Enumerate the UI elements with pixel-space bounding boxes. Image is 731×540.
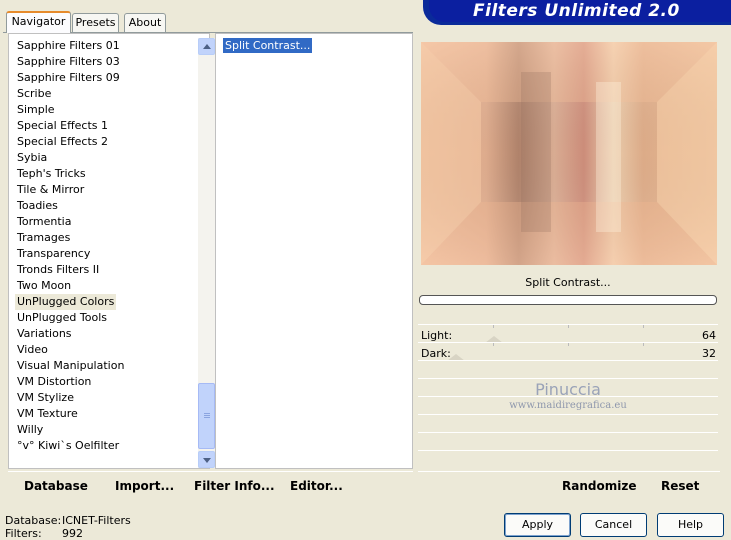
filters-count-value: 992 xyxy=(62,527,83,540)
category-item[interactable]: VM Distortion xyxy=(17,374,91,390)
scroll-up-button[interactable] xyxy=(198,38,215,55)
preview-artwork xyxy=(421,42,717,265)
preview-panel: Split Contrast... Light: 64 Dark: 32 Pin… xyxy=(418,38,720,470)
category-item[interactable]: °v° Kiwi`s Oelfilter xyxy=(17,438,119,454)
tab-presets[interactable]: Presets xyxy=(72,13,119,32)
watermark-url: www.maidiregrafica.eu xyxy=(509,400,627,411)
category-item[interactable]: Sapphire Filters 01 xyxy=(17,38,120,54)
slider-value-dark: 32 xyxy=(702,347,716,360)
current-filter-name: Split Contrast... xyxy=(525,276,611,289)
watermark-name: Pinuccia xyxy=(535,380,601,399)
randomize-button[interactable]: Randomize xyxy=(562,479,636,493)
category-item[interactable]: Variations xyxy=(17,326,72,342)
category-item[interactable]: Two Moon xyxy=(17,278,71,294)
slider-row-empty xyxy=(418,432,718,449)
category-item[interactable]: Toadies xyxy=(17,198,58,214)
category-item[interactable]: Tramages xyxy=(17,230,70,246)
database-button[interactable]: Database xyxy=(24,479,88,493)
filters-count-label: Filters: xyxy=(5,527,42,540)
category-item[interactable]: Visual Manipulation xyxy=(17,358,124,374)
category-item[interactable]: Scribe xyxy=(17,86,51,102)
editor-button[interactable]: Editor... xyxy=(290,479,343,493)
tab-navigator[interactable]: Navigator xyxy=(6,11,71,33)
database-label: Database: xyxy=(5,514,62,527)
app-title-banner: Filters Unlimited 2.0 xyxy=(423,0,731,25)
slider-row-dark[interactable]: Dark: 32 xyxy=(418,342,718,361)
category-item[interactable]: Sapphire Filters 09 xyxy=(17,70,120,86)
category-item[interactable]: Tronds Filters II xyxy=(17,262,99,278)
category-list[interactable]: Sapphire Filters 01 Sapphire Filters 03 Sa… xyxy=(8,33,215,469)
filter-info-button[interactable]: Filter Info... xyxy=(194,479,275,493)
filter-item-selected[interactable]: Split Contrast... xyxy=(223,38,313,53)
tab-about[interactable]: About xyxy=(124,13,166,32)
slider-row-empty xyxy=(418,360,718,377)
slider-row-empty xyxy=(418,450,718,467)
slider-label-light: Light: xyxy=(421,329,453,342)
category-item[interactable]: UnPlugged Colors xyxy=(15,294,117,310)
category-item[interactable]: Tile & Mirror xyxy=(17,182,84,198)
slider-value-light: 64 xyxy=(702,329,716,342)
category-item[interactable]: Video xyxy=(17,342,48,358)
category-item[interactable]: Sybia xyxy=(17,150,47,166)
category-item[interactable]: Teph's Tricks xyxy=(17,166,86,182)
slider-row-empty xyxy=(418,414,718,431)
scroll-down-button[interactable] xyxy=(198,451,215,468)
reset-button[interactable]: Reset xyxy=(661,479,699,493)
app-title: Filters Unlimited 2.0 xyxy=(473,1,680,21)
scroll-thumb[interactable] xyxy=(198,383,215,449)
category-item[interactable]: Simple xyxy=(17,102,55,118)
slider-label-dark: Dark: xyxy=(421,347,451,360)
category-item[interactable]: VM Stylize xyxy=(17,390,74,406)
progress-bar xyxy=(419,295,717,305)
cancel-button[interactable]: Cancel xyxy=(580,513,647,537)
chevron-up-icon xyxy=(203,44,211,49)
database-value: ICNET-Filters xyxy=(62,514,131,527)
category-item[interactable]: Tormentia xyxy=(17,214,71,230)
category-item[interactable]: Sapphire Filters 03 xyxy=(17,54,120,70)
slider-row-light[interactable]: Light: 64 xyxy=(418,324,718,343)
chevron-down-icon xyxy=(203,458,211,463)
category-item[interactable]: Special Effects 1 xyxy=(17,118,108,134)
preview-toolbar: Randomize Reset xyxy=(418,471,720,499)
category-scrollbar[interactable] xyxy=(198,38,215,468)
category-item[interactable]: Willy xyxy=(17,422,43,438)
list-toolbar: Database Import... Filter Info... Editor… xyxy=(8,471,413,499)
category-item[interactable]: UnPlugged Tools xyxy=(17,310,107,326)
preview-image xyxy=(421,42,717,265)
category-item[interactable]: VM Texture xyxy=(17,406,78,422)
category-item[interactable]: Transparency xyxy=(17,246,90,262)
help-button[interactable]: Help xyxy=(657,513,724,537)
category-item[interactable]: Special Effects 2 xyxy=(17,134,108,150)
apply-button[interactable]: Apply xyxy=(504,513,571,537)
import-button[interactable]: Import... xyxy=(115,479,174,493)
filter-list[interactable]: Split Contrast... xyxy=(215,33,413,469)
